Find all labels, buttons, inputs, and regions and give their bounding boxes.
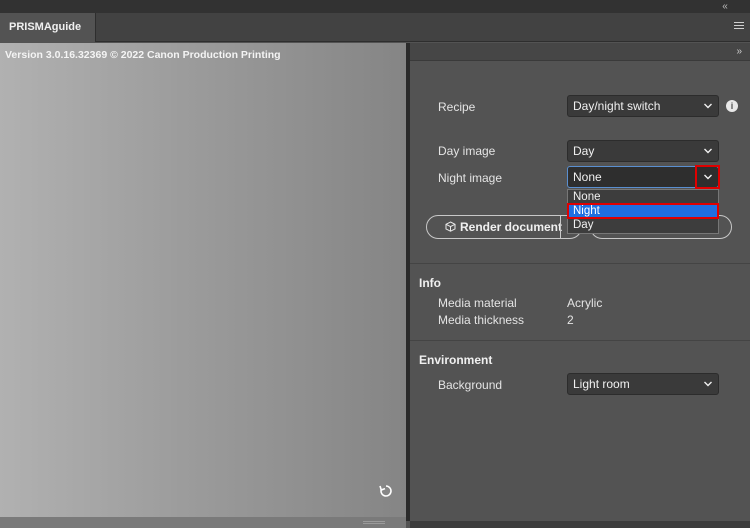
info-icon[interactable]: i (726, 100, 738, 112)
preview-canvas[interactable]: Version 3.0.16.32369 © 2022 Canon Produc… (0, 43, 406, 517)
properties-panel: » Recipe Day/night switch i Day image Da… (410, 43, 750, 521)
background-value: Light room (573, 377, 630, 391)
panel-header: » (410, 43, 750, 61)
media-material-value: Acrylic (567, 296, 603, 310)
night-image-label: Night image (438, 171, 503, 185)
media-material-label: Media material (438, 296, 517, 310)
day-image-select[interactable]: Day (567, 140, 719, 162)
resize-grip[interactable] (363, 521, 385, 524)
environment-section-title: Environment (419, 353, 493, 367)
render-document-button[interactable]: Render document (426, 215, 582, 239)
rotate-icon[interactable] (378, 483, 394, 499)
tab-prismaguide[interactable]: PRISMAguide XL (0, 13, 96, 62)
hamburger-icon[interactable] (734, 22, 744, 32)
tab-bar: PRISMAguide XL (0, 13, 750, 62)
double-chevron-right-icon[interactable]: » (736, 45, 742, 59)
media-thickness-label: Media thickness (438, 313, 525, 327)
day-image-label: Day image (438, 144, 496, 158)
render-split-divider (560, 215, 561, 239)
collapse-panels-icon[interactable]: « (718, 0, 732, 13)
panel-bottom-strip (410, 521, 750, 528)
chevron-down-icon (704, 103, 712, 109)
media-thickness-value: 2 (567, 313, 574, 327)
background-label: Background (438, 378, 503, 392)
top-strip: « (0, 0, 750, 13)
recipe-value: Day/night switch (573, 99, 661, 113)
recipe-select[interactable]: Day/night switch (567, 95, 719, 117)
chevron-down-icon (704, 148, 712, 154)
recipe-label: Recipe (438, 100, 476, 114)
divider (410, 263, 750, 264)
version-text: Version 3.0.16.32369 © 2022 Canon Produc… (5, 49, 281, 61)
bottom-scroll-strip[interactable] (0, 517, 406, 528)
night-image-dropdown: None Night Day (567, 189, 719, 234)
background-select[interactable]: Light room (567, 373, 719, 395)
cube-icon (445, 221, 456, 232)
day-image-value: Day (573, 144, 595, 158)
option-none[interactable]: None (568, 190, 718, 204)
option-night[interactable]: Night (567, 203, 719, 219)
night-image-value: None (573, 170, 602, 184)
chevron-highlight-box (695, 165, 720, 189)
info-section-title: Info (419, 276, 441, 290)
option-day[interactable]: Day (568, 218, 718, 232)
render-document-label: Render document (460, 220, 563, 234)
chevron-down-icon (704, 381, 712, 387)
divider (410, 340, 750, 341)
